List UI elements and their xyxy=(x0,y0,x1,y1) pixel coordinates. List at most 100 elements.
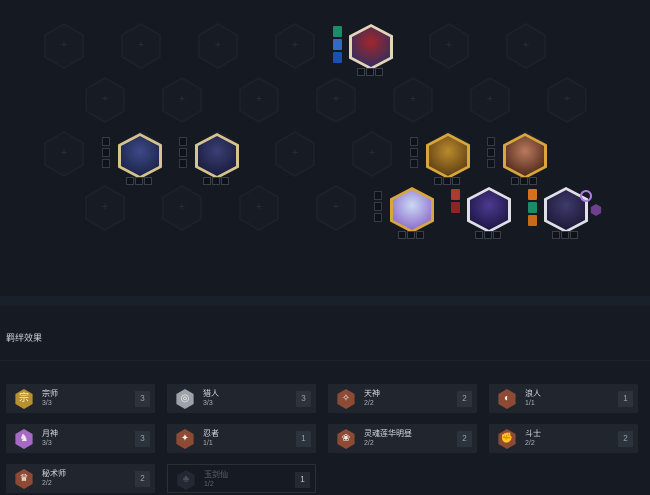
empty-hex-slot[interactable]: + xyxy=(239,185,279,231)
equipped-item-icon[interactable] xyxy=(451,189,460,200)
trait-card[interactable]: ♛ 秘术师 2/2 2 xyxy=(6,464,155,493)
trait-name: 宗师 xyxy=(42,389,58,398)
empty-hex-slot[interactable]: + xyxy=(85,77,125,123)
item-slot[interactable] xyxy=(443,177,451,185)
champion-row4-unit-1[interactable] xyxy=(374,187,434,239)
item-slot[interactable] xyxy=(511,177,519,185)
item-slot[interactable] xyxy=(570,231,578,239)
trait-card[interactable]: ✧ 天神 2/2 2 xyxy=(328,384,477,413)
star-slot xyxy=(374,213,382,222)
champion-row3-unit-2[interactable] xyxy=(179,133,239,185)
item-slots xyxy=(203,177,229,185)
trait-badge-icon xyxy=(580,190,592,202)
equipped-items xyxy=(528,189,537,226)
trait-card[interactable]: ✦ 忍者 1/1 1 xyxy=(167,424,316,453)
champion-row3-unit-4[interactable] xyxy=(487,133,547,185)
equipped-item-icon[interactable] xyxy=(451,202,460,213)
item-slot[interactable] xyxy=(452,177,460,185)
trait-card[interactable]: ♣ 玉剑仙 1/2 1 xyxy=(167,464,316,493)
item-slot[interactable] xyxy=(398,231,406,239)
trait-card[interactable]: ◎ 猎人 3/3 3 xyxy=(167,384,316,413)
item-slot[interactable] xyxy=(144,177,152,185)
champion-row3-unit-1[interactable] xyxy=(102,133,162,185)
empty-hex-slot[interactable]: + xyxy=(275,23,315,69)
empty-hex-slot[interactable]: + xyxy=(121,23,161,69)
trait-count: 1/1 xyxy=(525,400,535,407)
item-slots xyxy=(126,177,152,185)
trait-icon: ✊ xyxy=(498,429,516,449)
empty-hex-slot[interactable]: + xyxy=(429,23,469,69)
trait-level-badge: 2 xyxy=(135,471,150,487)
item-slot[interactable] xyxy=(126,177,134,185)
equipped-item-icon[interactable] xyxy=(333,52,342,63)
empty-hex-slot[interactable]: + xyxy=(352,131,392,177)
item-slot[interactable] xyxy=(484,231,492,239)
trait-name: 玉剑仙 xyxy=(204,470,228,479)
item-slots xyxy=(552,231,578,239)
item-slot[interactable] xyxy=(366,68,374,76)
item-slot[interactable] xyxy=(475,231,483,239)
trait-icon: ♣ xyxy=(177,470,195,490)
equipped-item-icon[interactable] xyxy=(333,39,342,50)
item-slot[interactable] xyxy=(375,68,383,76)
empty-hex-slot[interactable]: + xyxy=(239,77,279,123)
empty-hex-slot[interactable]: + xyxy=(162,77,202,123)
empty-hex-slot[interactable]: + xyxy=(547,77,587,123)
empty-hex-slot[interactable]: + xyxy=(316,185,356,231)
trait-level-badge: 3 xyxy=(135,431,150,447)
item-slot[interactable] xyxy=(407,231,415,239)
item-slot[interactable] xyxy=(416,231,424,239)
item-slot[interactable] xyxy=(520,177,528,185)
champion-row4-unit-2[interactable] xyxy=(451,187,511,239)
item-slot[interactable] xyxy=(552,231,560,239)
star-slot xyxy=(410,148,418,157)
equipped-item-icon[interactable] xyxy=(333,26,342,37)
equipped-item-icon[interactable] xyxy=(528,202,537,213)
empty-hex-slot[interactable]: + xyxy=(44,23,84,69)
item-slot[interactable] xyxy=(529,177,537,185)
equipped-item-icon[interactable] xyxy=(528,189,537,200)
panel-divider xyxy=(0,296,650,306)
trait-badge-icon xyxy=(590,204,602,216)
empty-hex-slot[interactable]: + xyxy=(198,23,238,69)
trait-icon: ❀ xyxy=(337,429,355,449)
star-slot xyxy=(102,159,110,168)
trait-count: 1/2 xyxy=(204,481,214,488)
trait-card[interactable]: ✊ 斗士 2/2 2 xyxy=(489,424,638,453)
champion-row3-unit-3[interactable] xyxy=(410,133,470,185)
trait-card[interactable]: ◐ 浪人 1/1 1 xyxy=(489,384,638,413)
trait-card[interactable]: ♞ 月神 3/3 3 xyxy=(6,424,155,453)
plus-icon: + xyxy=(214,39,222,51)
trait-level-badge: 3 xyxy=(135,391,150,407)
traits-separator xyxy=(0,360,650,361)
empty-hex-slot[interactable]: + xyxy=(316,77,356,123)
trait-count: 1/1 xyxy=(203,440,213,447)
trait-name: 浪人 xyxy=(525,389,541,398)
empty-hex-slot[interactable]: + xyxy=(44,131,84,177)
trait-card[interactable]: ❀ 灵魂莲华明昼 2/2 2 xyxy=(328,424,477,453)
item-slot[interactable] xyxy=(434,177,442,185)
equipped-items xyxy=(451,189,460,213)
item-slot[interactable] xyxy=(203,177,211,185)
empty-hex-slot[interactable]: + xyxy=(470,77,510,123)
empty-hex-slot[interactable]: + xyxy=(506,23,546,69)
trait-card[interactable]: 宗宗师 3/3 3 xyxy=(6,384,155,413)
item-slot[interactable] xyxy=(493,231,501,239)
empty-hex-slot[interactable]: + xyxy=(85,185,125,231)
trait-name: 天神 xyxy=(364,389,380,398)
item-slot[interactable] xyxy=(212,177,220,185)
star-slots xyxy=(374,191,382,222)
item-slot[interactable] xyxy=(135,177,143,185)
empty-hex-slot[interactable]: + xyxy=(162,185,202,231)
trait-count: 3/3 xyxy=(42,440,52,447)
empty-hex-slot[interactable]: + xyxy=(275,131,315,177)
item-slot[interactable] xyxy=(357,68,365,76)
item-slot[interactable] xyxy=(561,231,569,239)
item-slot[interactable] xyxy=(221,177,229,185)
star-slot xyxy=(487,159,495,168)
plus-icon: + xyxy=(178,201,186,213)
equipped-item-icon[interactable] xyxy=(528,215,537,226)
champion-row1-unit[interactable] xyxy=(333,24,393,76)
empty-hex-slot[interactable]: + xyxy=(393,77,433,123)
trait-name: 斗士 xyxy=(525,429,541,438)
